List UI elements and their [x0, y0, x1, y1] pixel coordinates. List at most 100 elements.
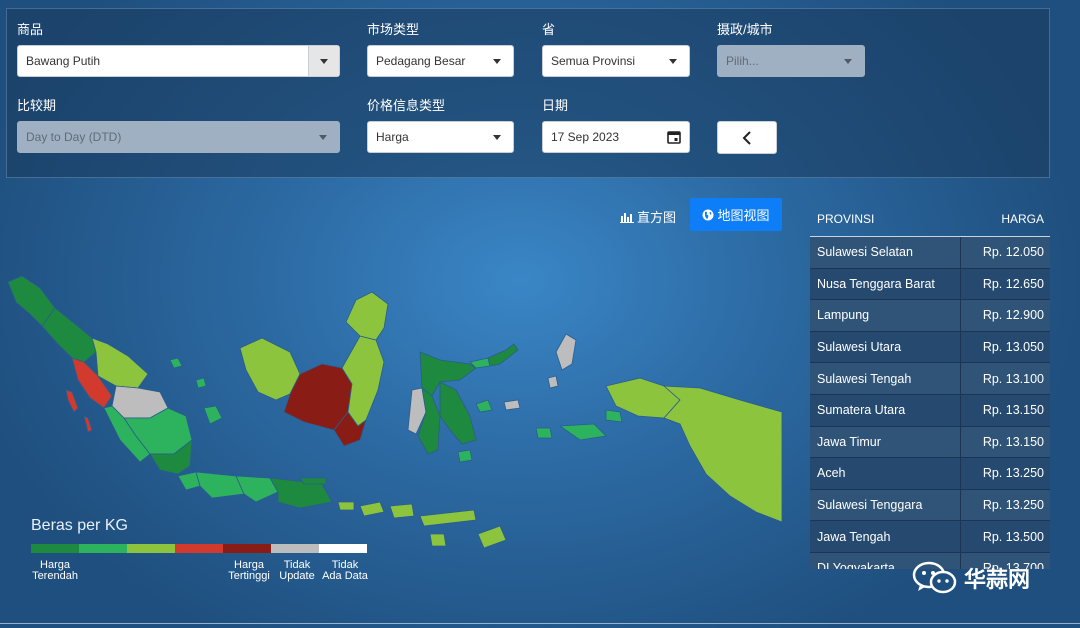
price-info-type-select[interactable]: Harga — [367, 121, 514, 153]
map-mentawai[interactable] — [65, 389, 93, 433]
chevron-down-icon — [493, 58, 501, 64]
map-ntt[interactable] — [419, 509, 507, 549]
table-row: Aceh Rp. 13.250 — [810, 458, 1050, 490]
row-province: Sulawesi Utara — [810, 331, 961, 363]
chevron-down-icon — [493, 134, 501, 140]
legend-swatch-noupdate — [271, 544, 319, 553]
row-price: Rp. 12.900 — [982, 308, 1044, 323]
chevron-down-icon — [319, 134, 327, 140]
table-row: Jawa Timur Rp. 13.150 — [810, 426, 1050, 459]
watermark-text: 华蒜网 — [964, 567, 1031, 592]
legend-swatch-highest — [223, 544, 271, 553]
city-label: 摄政/城市 — [717, 22, 773, 37]
legend-label-lowest: Harga Terendah — [32, 559, 78, 582]
row-price: Rp. 12.650 — [982, 276, 1044, 291]
chevron-down-icon[interactable] — [308, 46, 339, 76]
date-value: 17 Sep 2023 — [551, 130, 620, 144]
city-select[interactable]: Pilih... — [717, 45, 865, 77]
market-type-value: Pedagang Besar — [376, 54, 466, 68]
table-row: Sulawesi Tengah Rp. 13.100 — [810, 363, 1050, 395]
legend-color-bar — [31, 544, 367, 553]
legend-swatch-high — [175, 544, 223, 553]
table-row: Sulawesi Selatan Rp. 12.050 — [810, 237, 1050, 269]
divider — [0, 623, 1080, 624]
legend-title: Beras per KG — [31, 517, 128, 534]
legend-swatch-mid — [127, 544, 175, 553]
map-sumatera-utara[interactable] — [41, 307, 97, 363]
table-row: Sulawesi Utara Rp. 13.050 — [810, 331, 1050, 364]
table-row: Nusa Tenggara Barat Rp. 12.650 — [810, 268, 1050, 301]
map-maluku-islands[interactable] — [503, 399, 521, 411]
market-type-label: 市场类型 — [367, 22, 420, 37]
globe-icon — [702, 209, 714, 220]
compare-period-label: 比较期 — [17, 98, 57, 113]
watermark: 华蒜网 — [912, 560, 1030, 596]
price-table-header: PROVINSI HARGA — [810, 212, 1050, 237]
chevron-left-icon — [742, 130, 751, 145]
column-header-price: HARGA — [1001, 212, 1044, 226]
map-bangka[interactable] — [203, 405, 223, 425]
map-maluku-utara[interactable] — [547, 333, 577, 389]
chart-view-label: 直方图 — [637, 210, 677, 225]
row-price: Rp. 13.150 — [982, 434, 1044, 449]
row-province: Jawa Tengah — [810, 521, 961, 552]
calendar-icon[interactable] — [667, 130, 681, 144]
date-input[interactable]: 17 Sep 2023 — [542, 121, 690, 153]
commodity-value: Bawang Putih — [26, 54, 101, 68]
legend-swatch-nodata — [319, 544, 367, 553]
row-province: Jawa Timur — [810, 426, 961, 458]
row-price: Rp. 13.100 — [982, 371, 1044, 386]
legend-swatch-lowest — [31, 544, 79, 553]
map-sulawesi-utara[interactable] — [487, 343, 519, 367]
row-province: Aceh — [810, 458, 961, 489]
price-info-type-label: 价格信息类型 — [367, 98, 446, 113]
map-madura[interactable] — [299, 477, 327, 485]
row-price: Rp. 13.150 — [982, 403, 1044, 418]
table-row: Sulawesi Tenggara Rp. 13.250 — [810, 489, 1050, 522]
row-price: Rp. 13.250 — [982, 466, 1044, 481]
city-placeholder: Pilih... — [726, 54, 759, 68]
map-view-label: 地图视图 — [717, 208, 770, 223]
row-province: Sumatera Utara — [810, 394, 961, 426]
legend-label-highest: Harga Tertinggi — [228, 559, 270, 582]
compare-period-value: Day to Day (DTD) — [26, 130, 122, 144]
column-header-province: PROVINSI — [817, 212, 875, 226]
map-kalimantan-utara[interactable] — [345, 291, 389, 341]
province-value: Semua Provinsi — [551, 54, 636, 68]
map-kalimantan-barat[interactable] — [239, 337, 301, 401]
map-maluku[interactable] — [535, 409, 623, 441]
wechat-icon — [912, 561, 957, 594]
map-bali[interactable] — [337, 501, 355, 511]
commodity-label: 商品 — [17, 22, 44, 37]
row-price: Rp. 13.500 — [982, 529, 1044, 544]
filter-panel: 商品 Bawang Putih 市场类型 Pedagang Besar 省 Se… — [6, 8, 1050, 178]
bar-chart-icon — [620, 212, 634, 223]
map-ntb[interactable] — [359, 501, 415, 519]
table-row: Jawa Tengah Rp. 13.500 — [810, 521, 1050, 553]
compare-period-select[interactable]: Day to Day (DTD) — [17, 121, 340, 153]
price-table-body[interactable]: Sulawesi Selatan Rp. 12.050 Nusa Tenggara… — [810, 237, 1050, 569]
province-select[interactable]: Semua Provinsi — [542, 45, 690, 77]
row-price: Rp. 12.050 — [982, 245, 1044, 260]
map-papua[interactable] — [662, 385, 783, 523]
row-province: Sulawesi Tenggara — [810, 489, 961, 521]
table-row: Lampung Rp. 12.900 — [810, 300, 1050, 332]
chart-view-toggle[interactable]: 直方图 — [620, 207, 676, 226]
table-row: Sumatera Utara Rp. 13.150 — [810, 394, 1050, 427]
back-button[interactable] — [717, 121, 777, 154]
legend-label-nodata: Tidak Ada Data — [322, 559, 368, 582]
row-price: Rp. 13.250 — [982, 498, 1044, 513]
row-province: Sulawesi Tengah — [810, 363, 961, 394]
map-view-toggle[interactable]: 地图视图 — [690, 198, 782, 231]
map-sulawesi-tenggara[interactable] — [439, 381, 477, 445]
row-province: Lampung — [810, 300, 961, 331]
legend-swatch-low — [79, 544, 127, 553]
commodity-select[interactable]: Bawang Putih — [17, 45, 340, 77]
date-label: 日期 — [542, 98, 569, 113]
chevron-down-icon — [669, 58, 677, 64]
row-price: Rp. 13.050 — [982, 340, 1044, 355]
chevron-down-icon — [844, 58, 852, 64]
market-type-select[interactable]: Pedagang Besar — [367, 45, 514, 77]
map-kep-riau[interactable] — [169, 357, 207, 389]
row-province: Sulawesi Selatan — [810, 237, 961, 268]
